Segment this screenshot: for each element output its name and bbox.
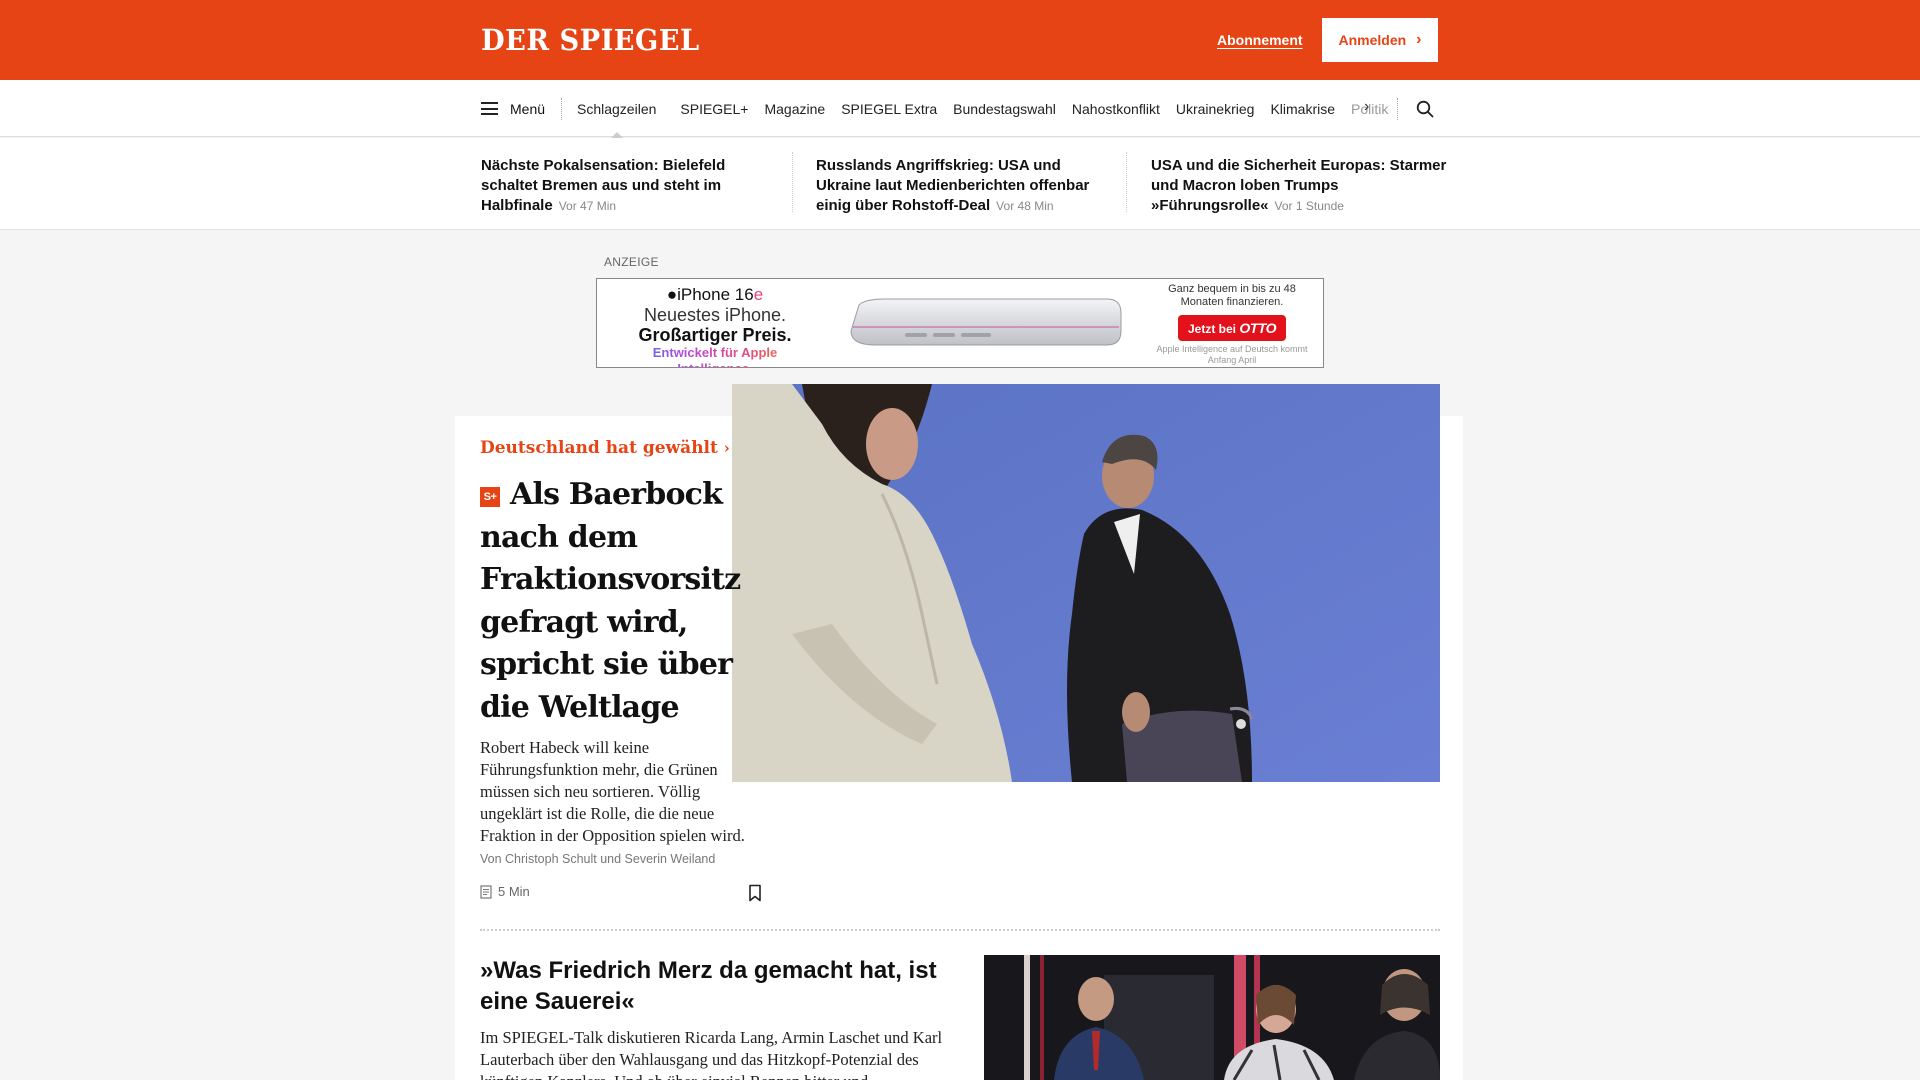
article-icon bbox=[480, 884, 492, 899]
ad-banner[interactable]: ●iPhone 16e Neuestes iPhone. Großartiger… bbox=[596, 278, 1324, 368]
ad-disclaimer: Apple Intelligence auf Deutsch kommt Anf… bbox=[1156, 344, 1308, 365]
read-time: 5 Min bbox=[480, 884, 530, 899]
lead-article-image[interactable] bbox=[732, 384, 1440, 782]
ad-text: ●iPhone 16e Neuestes iPhone. Großartiger… bbox=[615, 285, 815, 367]
section-divider bbox=[480, 929, 1440, 931]
ad-product-name: iPhone 16 bbox=[677, 285, 754, 304]
ad-cta-label: Jetzt bei bbox=[1188, 322, 1237, 336]
nav-item-klimakrise[interactable]: Klimakrise bbox=[1270, 80, 1335, 137]
second-article-headline[interactable]: »Was Friedrich Merz da gemacht hat, ist … bbox=[480, 955, 960, 1017]
nav-divider bbox=[1397, 98, 1398, 120]
second-article-image[interactable] bbox=[984, 955, 1440, 1080]
lead-article-teaser: Robert Habeck will keine Führungsfunktio… bbox=[480, 738, 745, 845]
lead-article-kicker[interactable]: Deutschland hat gewählt › bbox=[480, 438, 730, 458]
ad-line-1: Neuestes iPhone. bbox=[643, 305, 787, 325]
lead-article-byline: Von Christoph Schult und Severin Weiland bbox=[480, 852, 716, 866]
login-button[interactable]: Anmelden › bbox=[1322, 18, 1438, 62]
ad-phone-image bbox=[850, 298, 1122, 346]
teaser-divider bbox=[792, 152, 793, 212]
login-button-label: Anmelden bbox=[1338, 32, 1407, 48]
lead-article-headline[interactable]: S+ Als Baerbock nach dem Fraktionsvorsitz… bbox=[480, 474, 770, 729]
read-time-label: 5 Min bbox=[498, 884, 530, 899]
ad-line-2: Großartiger Preis. bbox=[638, 325, 792, 345]
nav-item-nahostkonflikt[interactable]: Nahostkonflikt bbox=[1072, 80, 1160, 137]
teaser-item[interactable]: Russlands Angriffskrieg: USA und Ukraine… bbox=[816, 156, 1116, 216]
chevron-right-icon[interactable]: › bbox=[1364, 98, 1369, 116]
bookmark-icon[interactable] bbox=[748, 884, 762, 902]
hamburger-icon bbox=[481, 102, 498, 115]
search-icon[interactable] bbox=[1416, 100, 1434, 118]
nav-item-bundestagswahl[interactable]: Bundestagswahl bbox=[953, 80, 1056, 137]
ad-label: ANZEIGE bbox=[604, 255, 659, 269]
teaser-divider bbox=[1126, 152, 1127, 212]
ad-line-3: Entwickelt für Apple Intelligence. bbox=[615, 345, 815, 367]
top-teasers: Nächste Pokalsensation: Bielefeld schalt… bbox=[0, 138, 1920, 230]
teaser-item[interactable]: USA und die Sicherheit Europas: Starmer … bbox=[1151, 156, 1451, 216]
nav-item-politik[interactable]: Politik bbox=[1351, 80, 1388, 137]
nav-item-schlagzeilen[interactable]: Schlagzeilen bbox=[577, 80, 656, 138]
apple-logo-icon: ● bbox=[666, 285, 678, 304]
menu-toggle[interactable]: Menü bbox=[481, 80, 545, 137]
ad-product-suffix: e bbox=[753, 285, 764, 304]
teaser-time: Vor 47 Min bbox=[558, 199, 617, 213]
main-nav: Menü Schlagzeilen SPIEGEL+ Magazine SPIE… bbox=[0, 80, 1920, 138]
chevron-right-icon: › bbox=[1416, 31, 1422, 48]
teaser-time: Vor 48 Min bbox=[996, 199, 1054, 213]
nav-items: Schlagzeilen SPIEGEL+ Magazine SPIEGEL E… bbox=[577, 80, 1404, 138]
headline-text: Als Baerbock nach dem Fraktionsvorsitz g… bbox=[480, 477, 741, 725]
nav-divider bbox=[561, 98, 562, 120]
spiegel-plus-badge: S+ bbox=[480, 487, 500, 507]
teaser-item[interactable]: Nächste Pokalsensation: Bielefeld schalt… bbox=[481, 156, 781, 216]
second-article-teaser: Im SPIEGEL-Talk diskutieren Ricarda Lang… bbox=[480, 1028, 943, 1080]
ad-cta-button[interactable]: Jetzt bei OTTO bbox=[1178, 315, 1286, 341]
ad-finance-text: Ganz bequem in bis zu 48 Monaten finanzi… bbox=[1168, 283, 1296, 308]
site-header: DER SPIEGEL Abonnement Anmelden › bbox=[0, 0, 1920, 80]
site-logo[interactable]: DER SPIEGEL bbox=[481, 25, 700, 55]
nav-item-ukrainekrieg[interactable]: Ukrainekrieg bbox=[1176, 80, 1255, 137]
ad-cta-brand: OTTO bbox=[1239, 320, 1276, 336]
menu-label: Menü bbox=[510, 100, 546, 117]
ad-cta-area: Ganz bequem in bis zu 48 Monaten finanzi… bbox=[1152, 283, 1312, 366]
chevron-right-icon: › bbox=[723, 439, 730, 457]
kicker-label: Deutschland hat gewählt bbox=[480, 438, 718, 458]
nav-item-magazine[interactable]: Magazine bbox=[764, 80, 825, 137]
ad-product: ●iPhone 16e bbox=[615, 285, 815, 305]
nav-item-spiegel-extra[interactable]: SPIEGEL Extra bbox=[841, 80, 937, 137]
nav-item-spiegel-plus[interactable]: SPIEGEL+ bbox=[680, 80, 748, 137]
teaser-time: Vor 1 Stunde bbox=[1274, 199, 1344, 213]
subscription-link[interactable]: Abonnement bbox=[1217, 32, 1303, 48]
